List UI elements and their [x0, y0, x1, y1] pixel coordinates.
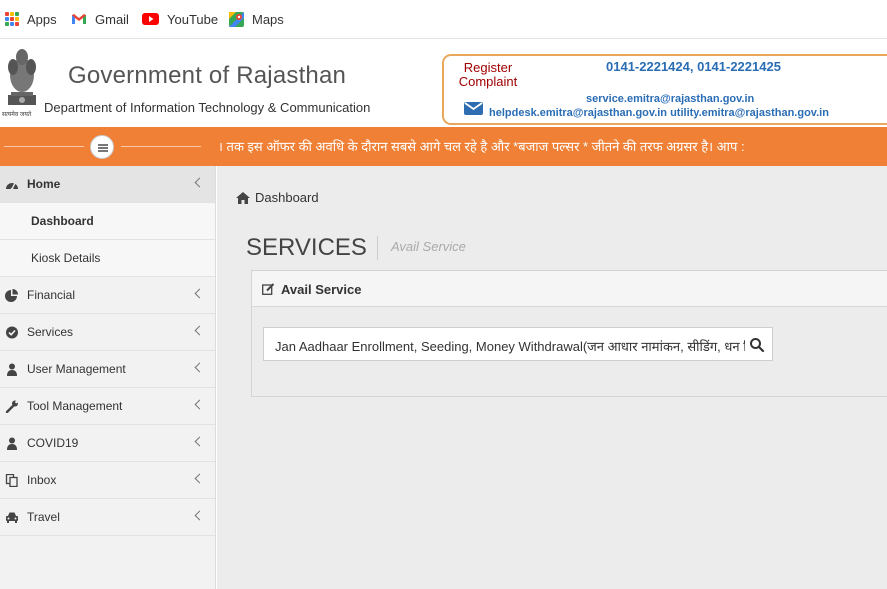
check-circle-icon [6, 326, 18, 339]
search-icon[interactable] [749, 337, 765, 353]
chevron-left-icon [194, 473, 205, 484]
sidebar-item-label: Dashboard [31, 214, 94, 228]
gmail-icon [72, 14, 86, 24]
car-icon [6, 512, 18, 523]
bookmark-label: YouTube [167, 11, 219, 27]
contact-box: Register Complaint 0141-2221424, 0141-22… [442, 54, 887, 125]
bookmarks-bar: Apps Gmail YouTube Maps [0, 0, 887, 39]
page-subtitle: Avail Service [391, 239, 466, 254]
dashboard-icon [6, 182, 18, 191]
panel-header: Avail Service [252, 271, 887, 307]
announcement-bar: । तक इस ऑफर की अवधि के दौरान सबसे आगे चल… [0, 127, 887, 166]
chevron-left-icon [194, 510, 205, 521]
home-icon [236, 191, 250, 204]
department-name: Department of Information Technology & C… [44, 100, 371, 115]
helpline-phones: 0141-2221424, 0141-2221425 [606, 59, 781, 74]
wrench-icon [5, 400, 18, 413]
sidebar-item-home[interactable]: Home [0, 166, 215, 203]
service-search-input[interactable]: Jan Aadhaar Enrollment, Seeding, Money W… [263, 327, 773, 361]
sidebar-item-label: Financial [27, 288, 76, 302]
sidebar-item-label: Services [27, 325, 74, 339]
site-title: Government of Rajasthan [68, 62, 347, 89]
bookmark-apps[interactable]: Apps [5, 0, 57, 39]
site-header: सत्यमेव जयते Government of Rajasthan Dep… [0, 39, 887, 127]
user-icon [7, 437, 17, 450]
chevron-left-icon [194, 399, 205, 410]
chevron-left-icon [194, 288, 205, 299]
emblem-caption: सत्यमेव जयते [2, 112, 32, 118]
chevron-left-icon [194, 177, 205, 188]
youtube-icon [142, 13, 159, 25]
sidebar-item-label: COVID19 [27, 436, 79, 450]
maps-icon [229, 11, 244, 27]
envelope-icon [464, 102, 483, 115]
sidebar-item-services[interactable]: Services [0, 314, 215, 351]
sidebar-item-dashboard[interactable]: Dashboard [0, 203, 215, 240]
sidebar-item-covid19[interactable]: COVID19 [0, 425, 215, 462]
title-divider [377, 236, 378, 260]
divider-line [121, 146, 201, 147]
sidebar-item-label: Kiosk Details [31, 251, 101, 265]
sidebar-item-label: User Management [27, 362, 126, 376]
register-complaint-link[interactable]: Register Complaint [455, 61, 521, 89]
state-emblem-icon [8, 49, 36, 105]
sidebar-item-travel[interactable]: Travel [0, 499, 215, 536]
bookmark-maps[interactable]: Maps [229, 0, 284, 39]
bookmark-label: Apps [27, 11, 57, 27]
menu-toggle-button[interactable] [90, 135, 114, 159]
avail-service-panel: Avail Service Jan Aadhaar Enrollment, Se… [251, 270, 887, 397]
sidebar-item-user-management[interactable]: User Management [0, 351, 215, 388]
helpdesk-emails[interactable]: helpdesk.emitra@rajasthan.gov.in utility… [489, 107, 829, 119]
chevron-left-icon [194, 436, 205, 447]
sidebar-item-financial[interactable]: Financial [0, 277, 215, 314]
sidebar-item-label: Home [27, 177, 61, 191]
divider-line [4, 146, 84, 147]
breadcrumb-dashboard-link[interactable]: Dashboard [255, 190, 319, 205]
edit-icon [262, 283, 275, 295]
bookmark-youtube[interactable]: YouTube [142, 0, 218, 39]
bookmark-label: Maps [252, 11, 284, 27]
page-title: SERVICES [246, 234, 367, 261]
service-search-value: Jan Aadhaar Enrollment, Seeding, Money W… [275, 339, 745, 354]
sidebar-item-tool-management[interactable]: Tool Management [0, 388, 215, 425]
main-content: Dashboard SERVICES Avail Service Avail S… [217, 166, 887, 589]
sidebar-item-kiosk-details[interactable]: Kiosk Details [0, 240, 215, 277]
announcement-marquee: । तक इस ऑफर की अवधि के दौरान सबसे आगे चल… [218, 139, 745, 154]
panel-title: Avail Service [281, 282, 362, 297]
sidebar-item-label: Tool Management [27, 399, 123, 413]
bookmark-label: Gmail [95, 11, 129, 27]
breadcrumb: Dashboard [236, 190, 319, 205]
sidebar-item-inbox[interactable]: Inbox [0, 462, 215, 499]
user-icon [7, 363, 17, 376]
sidebar-item-label: Travel [27, 510, 60, 524]
sidebar-item-label: Inbox [27, 473, 57, 487]
chevron-left-icon [194, 325, 205, 336]
sidebar-nav: Home Dashboard Kiosk Details Financial S… [0, 166, 216, 589]
chevron-left-icon [194, 362, 205, 373]
copy-icon [5, 474, 18, 487]
pie-chart-icon [5, 289, 18, 302]
apps-grid-icon [5, 12, 19, 26]
bookmark-gmail[interactable]: Gmail [71, 0, 129, 39]
service-email[interactable]: service.emitra@rajasthan.gov.in [586, 93, 754, 105]
